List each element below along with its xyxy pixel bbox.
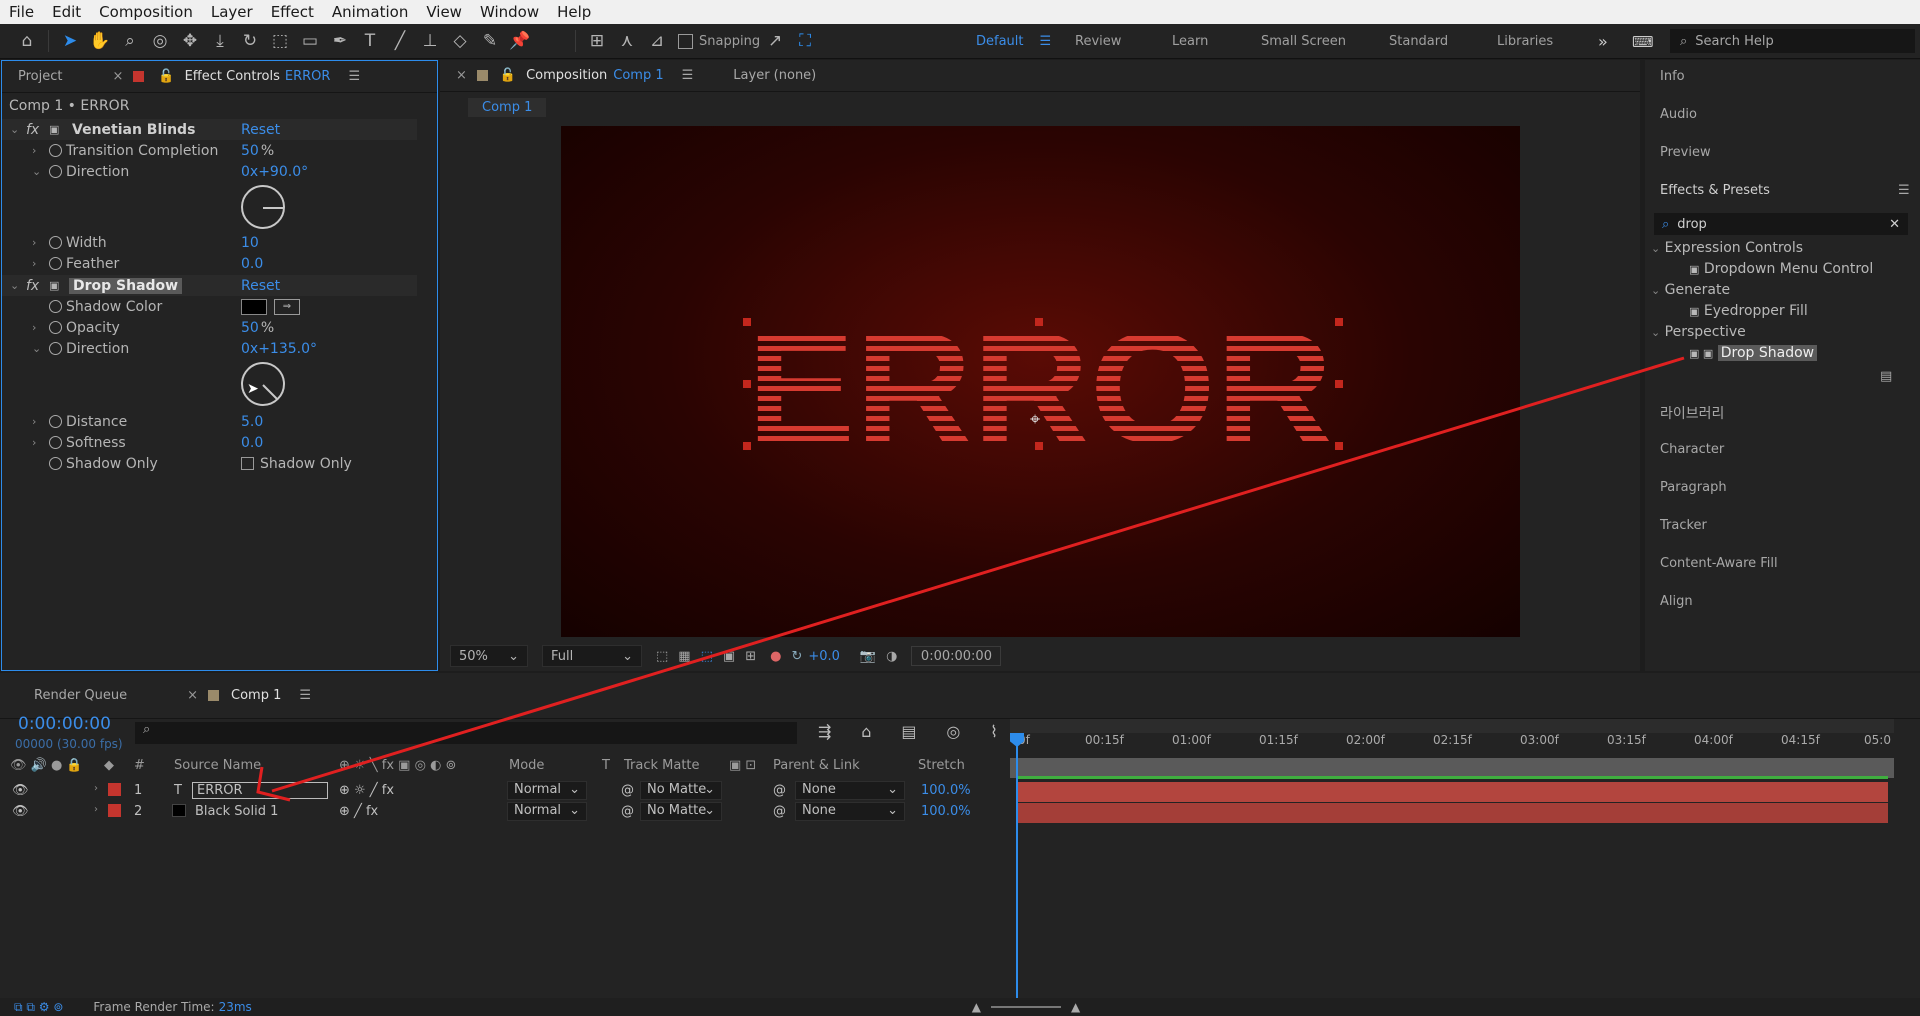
arrow-head <box>256 766 291 802</box>
annotation-overlay <box>256 356 1685 802</box>
annotation-arrow <box>271 356 1685 793</box>
